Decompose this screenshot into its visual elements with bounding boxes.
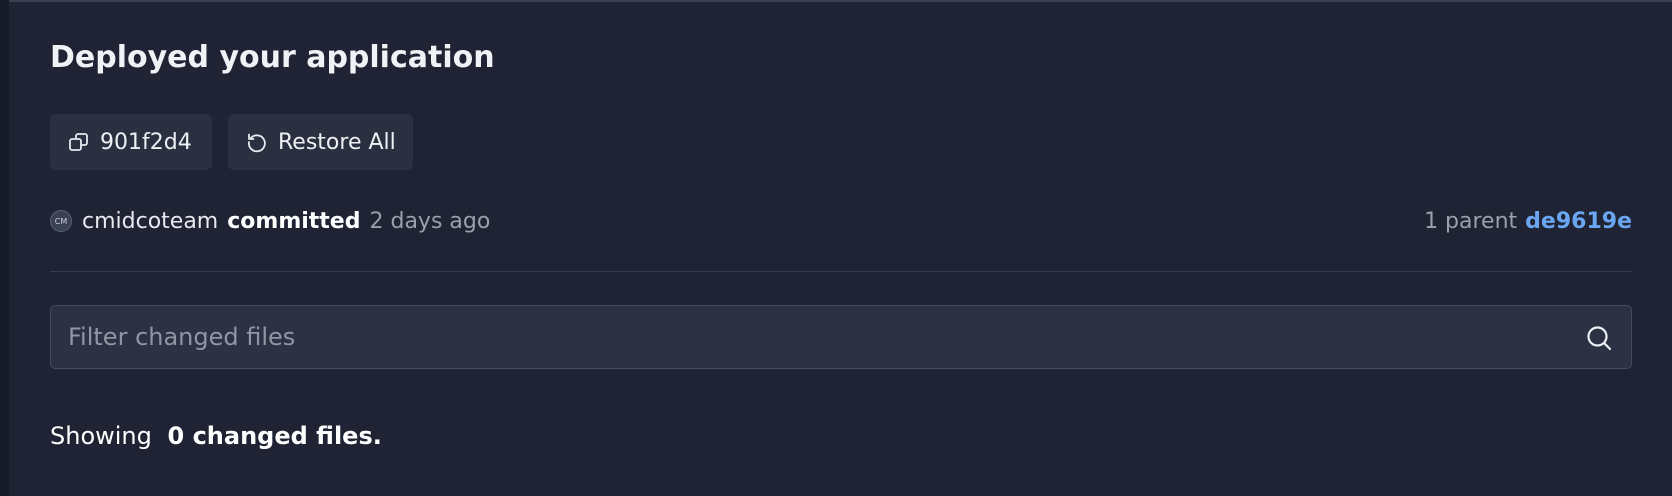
parent-hash-link[interactable]: de9619e bbox=[1525, 209, 1632, 234]
restore-all-label: Restore All bbox=[278, 129, 396, 155]
changed-files-summary: Showing 0 changed files. bbox=[50, 422, 382, 450]
restore-all-button[interactable]: Restore All bbox=[228, 114, 413, 170]
copy-commit-hash-button[interactable]: 901f2d4 bbox=[50, 114, 212, 170]
author-name[interactable]: cmidcoteam bbox=[82, 209, 218, 234]
commit-time: 2 days ago bbox=[369, 208, 491, 234]
divider bbox=[50, 271, 1632, 272]
commit-details-panel: Deployed your application 901f2d4 Restor… bbox=[9, 0, 1672, 496]
restore-icon bbox=[246, 131, 268, 153]
search-icon[interactable] bbox=[1583, 322, 1615, 354]
copy-icon bbox=[68, 131, 90, 153]
commit-action: committed bbox=[227, 208, 361, 234]
parent-info: 1 parent de9619e bbox=[1424, 206, 1632, 236]
filter-changed-files bbox=[50, 305, 1632, 369]
parent-count-label: 1 parent bbox=[1424, 208, 1518, 234]
summary-prefix: Showing bbox=[50, 422, 152, 450]
changed-files-count: 0 changed files. bbox=[167, 422, 382, 450]
commit-hash-label: 901f2d4 bbox=[100, 129, 192, 155]
author-avatar: CM bbox=[50, 210, 72, 232]
commit-meta: CM cmidcoteam committed 2 days ago bbox=[50, 206, 490, 236]
commit-title: Deployed your application bbox=[50, 40, 495, 75]
filter-input[interactable] bbox=[51, 306, 1631, 368]
